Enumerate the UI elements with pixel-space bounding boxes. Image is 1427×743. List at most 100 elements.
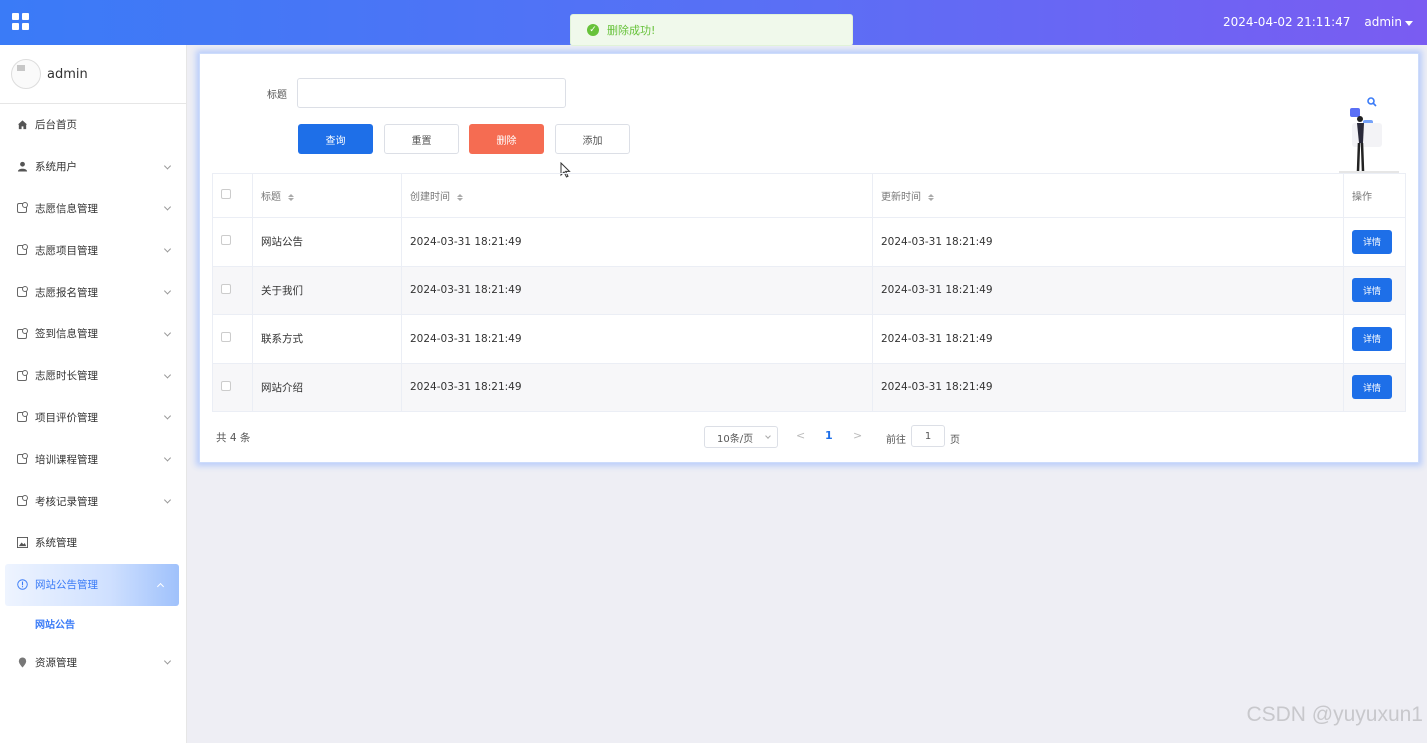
- detail-button[interactable]: 详情: [1352, 229, 1392, 254]
- box-icon: [17, 495, 28, 507]
- chevron-down-icon: [163, 203, 172, 212]
- row-checkbox[interactable]: [221, 332, 231, 343]
- select-all-checkbox[interactable]: [221, 189, 231, 199]
- content-card: 标题 查询 重置 删除 添加 标题 创建时间 更新时间 操作 网站公告 2024…: [199, 53, 1419, 463]
- title-search-input[interactable]: [297, 78, 566, 108]
- sidebar-item-announcements[interactable]: 网站公告管理: [5, 563, 179, 606]
- search-label: 标题: [267, 90, 287, 101]
- cell-created: 2024-03-31 18:21:49: [401, 217, 873, 267]
- chevron-down-icon: [163, 454, 172, 462]
- column-header-created[interactable]: 创建时间: [401, 173, 873, 218]
- sidebar-item-users[interactable]: 系统用户: [0, 146, 186, 188]
- goto-page-input[interactable]: 1: [911, 425, 945, 447]
- chevron-down-icon: [163, 657, 172, 665]
- row-checkbox[interactable]: [221, 380, 231, 391]
- announcement-table: 标题 创建时间 更新时间 操作 网站公告 2024-03-31 18:21:49: [212, 173, 1406, 412]
- toast-message: 删除成功!: [607, 24, 656, 37]
- cell-updated: 2024-03-31 18:21:49: [872, 217, 1344, 267]
- page-size-select[interactable]: 10条/页: [704, 426, 778, 448]
- chevron-up-icon: [156, 582, 165, 590]
- sidebar-item-label: 志愿报名管理: [35, 286, 98, 299]
- row-checkbox[interactable]: [221, 283, 231, 294]
- chevron-down-icon: [163, 412, 172, 421]
- image-icon: [16, 537, 28, 549]
- cell-created: 2024-03-31 18:21:49: [401, 265, 873, 315]
- sidebar-item-volunteer-signup[interactable]: 志愿报名管理: [0, 271, 186, 313]
- table-row: 网站公告 2024-03-31 18:21:49 2024-03-31 18:2…: [212, 217, 1406, 267]
- sidebar-item-project-review[interactable]: 项目评价管理: [0, 397, 186, 439]
- home-icon: [16, 119, 28, 131]
- sidebar-item-volunteer-hours[interactable]: 志愿时长管理: [0, 355, 186, 397]
- query-button[interactable]: 查询: [298, 124, 373, 154]
- column-header-updated[interactable]: 更新时间: [872, 173, 1344, 218]
- chevron-down-icon: [163, 371, 172, 379]
- cell-created: 2024-03-31 18:21:49: [401, 314, 873, 364]
- chevron-down-icon: [163, 329, 172, 337]
- cell-title: 网站介绍: [252, 362, 402, 412]
- cell-title: 联系方式: [252, 314, 402, 364]
- delete-button[interactable]: 删除: [469, 124, 544, 154]
- app-grid-icon[interactable]: [12, 13, 29, 30]
- submenu-item-label: 网站公告: [35, 620, 75, 632]
- user-menu[interactable]: admin: [1364, 15, 1413, 29]
- chevron-down-icon: [163, 287, 172, 295]
- sidebar-item-home[interactable]: 后台首页: [0, 104, 186, 146]
- reset-button[interactable]: 重置: [384, 124, 459, 154]
- sidebar-item-volunteer-info[interactable]: 志愿信息管理: [0, 188, 186, 230]
- box-icon: [17, 369, 28, 381]
- cell-title: 网站公告: [252, 217, 402, 267]
- user-name: admin: [1364, 15, 1402, 29]
- sidebar-item-resources[interactable]: 资源管理: [0, 642, 186, 684]
- sidebar-item-system[interactable]: 系统管理: [0, 522, 186, 564]
- sidebar-item-label: 系统用户: [35, 161, 77, 174]
- sidebar-item-label: 网站公告管理: [35, 579, 98, 592]
- chevron-down-icon: [163, 496, 172, 504]
- profile: admin: [0, 45, 186, 104]
- sidebar-item-label: 志愿项目管理: [35, 244, 98, 257]
- sidebar-item-training[interactable]: 培训课程管理: [0, 438, 186, 480]
- current-page[interactable]: 1: [825, 429, 833, 442]
- datetime: 2024-04-02 21:11:47: [1222, 15, 1351, 29]
- box-icon: [17, 244, 28, 256]
- cell-title: 关于我们: [252, 265, 402, 315]
- goto-suffix: 页: [950, 435, 960, 446]
- detail-button[interactable]: 详情: [1352, 278, 1392, 303]
- sort-icon[interactable]: [288, 193, 295, 201]
- column-header-title[interactable]: 标题: [252, 173, 402, 218]
- page-size-value: 10条/页: [717, 433, 754, 445]
- sidebar-item-label: 系统管理: [35, 537, 77, 550]
- info-icon: [16, 579, 28, 591]
- table-row: 关于我们 2024-03-31 18:21:49 2024-03-31 18:2…: [212, 265, 1406, 315]
- success-toast: ✓ 删除成功!: [570, 14, 853, 46]
- sidebar-item-volunteer-project[interactable]: 志愿项目管理: [0, 229, 186, 271]
- table-row: 联系方式 2024-03-31 18:21:49 2024-03-31 18:2…: [212, 314, 1406, 364]
- submenu-item-announcement[interactable]: 网站公告: [0, 606, 186, 642]
- detail-button[interactable]: 详情: [1352, 326, 1392, 351]
- location-icon: [16, 656, 28, 668]
- sidebar-item-label: 资源管理: [35, 656, 77, 669]
- chevron-down-icon: [1405, 20, 1413, 26]
- total-count: 共 4 条: [216, 432, 251, 444]
- box-icon: [17, 202, 28, 214]
- sidebar-item-checkin[interactable]: 签到信息管理: [0, 313, 186, 355]
- sidebar-item-label: 签到信息管理: [35, 328, 98, 341]
- sort-icon[interactable]: [457, 193, 464, 201]
- cell-created: 2024-03-31 18:21:49: [401, 362, 873, 412]
- check-circle-icon: ✓: [587, 24, 599, 36]
- detail-button[interactable]: 详情: [1352, 375, 1392, 400]
- box-icon: [17, 286, 28, 298]
- prev-page-icon[interactable]: <: [796, 429, 805, 442]
- sort-icon[interactable]: [928, 193, 935, 201]
- sidebar-item-label: 志愿时长管理: [35, 370, 98, 383]
- sidebar-item-assessment[interactable]: 考核记录管理: [0, 480, 186, 522]
- user-icon: [16, 161, 28, 173]
- chevron-down-icon: [163, 162, 172, 170]
- add-button[interactable]: 添加: [555, 124, 630, 154]
- box-icon: [17, 327, 28, 339]
- cell-updated: 2024-03-31 18:21:49: [872, 314, 1344, 364]
- goto-label: 前往: [886, 435, 906, 446]
- table-header-row: 标题 创建时间 更新时间 操作: [212, 173, 1406, 218]
- row-checkbox[interactable]: [221, 235, 231, 246]
- next-page-icon[interactable]: >: [853, 429, 862, 442]
- chevron-down-icon: [765, 433, 771, 439]
